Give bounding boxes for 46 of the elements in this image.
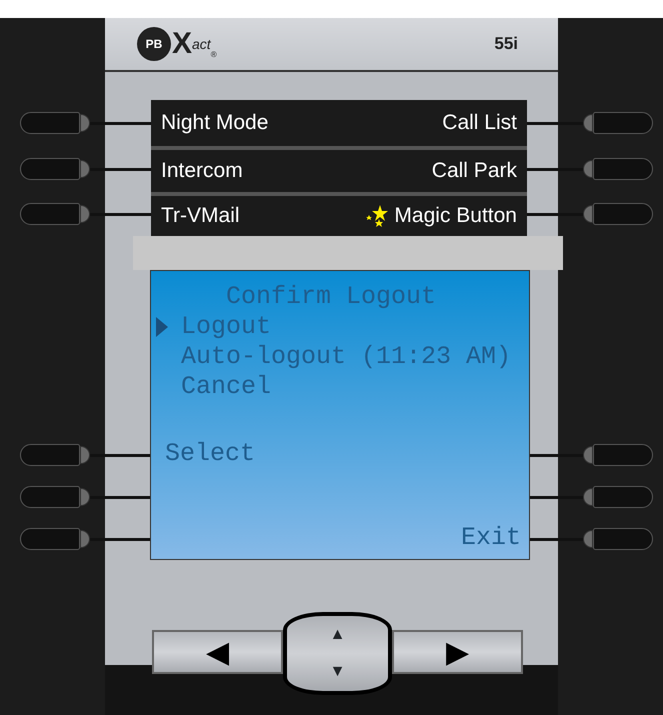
key-light <box>583 160 593 178</box>
registered-mark: ® <box>210 50 217 61</box>
key-label: Call Park <box>432 158 517 184</box>
softkey-button[interactable] <box>20 486 80 508</box>
key-label: Tr-VMail <box>161 203 240 230</box>
menu-option[interactable]: Cancel <box>181 372 272 402</box>
key-label: Night Mode <box>161 110 268 136</box>
stars-icon <box>366 204 390 228</box>
line-key[interactable] <box>593 203 653 225</box>
logo-mark: X <box>172 29 192 59</box>
down-arrow-key[interactable]: ▼ <box>330 664 346 680</box>
menu-option[interactable]: Logout <box>181 312 272 342</box>
key-light <box>583 488 593 506</box>
key-light <box>80 160 90 178</box>
key-light <box>80 446 90 464</box>
line-key[interactable] <box>593 112 653 134</box>
key-light <box>80 205 90 223</box>
right-nav-button[interactable]: ▶ <box>392 630 523 674</box>
softkey-button[interactable] <box>593 444 653 466</box>
key-label: Magic Button <box>394 203 517 230</box>
key-label: Intercom <box>161 158 243 184</box>
softkey-button[interactable] <box>593 486 653 508</box>
softkey-button[interactable] <box>593 528 653 550</box>
left-nav-button[interactable]: ◀ <box>152 630 283 674</box>
logo-text: act <box>192 34 211 52</box>
softkey-label[interactable]: Exit <box>460 523 521 553</box>
key-light <box>583 114 593 132</box>
screen-title: Confirm Logout <box>225 282 438 312</box>
line-key[interactable] <box>593 158 653 180</box>
line-key[interactable] <box>20 203 80 225</box>
model-label: 55i <box>494 33 518 56</box>
softkey-label[interactable]: Select <box>165 439 256 469</box>
key-light <box>80 488 90 506</box>
key-light <box>583 446 593 464</box>
key-label: Call List <box>442 110 517 136</box>
key-light <box>583 530 593 548</box>
line-key[interactable] <box>20 112 80 134</box>
softkey-button[interactable] <box>20 444 80 466</box>
logo-badge: PB <box>137 27 171 61</box>
line-key[interactable] <box>20 158 80 180</box>
up-arrow-key[interactable]: ▲ <box>330 626 346 643</box>
softkey-button[interactable] <box>20 528 80 550</box>
key-light <box>80 530 90 548</box>
key-light <box>80 114 90 132</box>
menu-option[interactable]: Auto-logout (11:23 AM) <box>181 342 512 372</box>
key-light <box>583 205 593 223</box>
